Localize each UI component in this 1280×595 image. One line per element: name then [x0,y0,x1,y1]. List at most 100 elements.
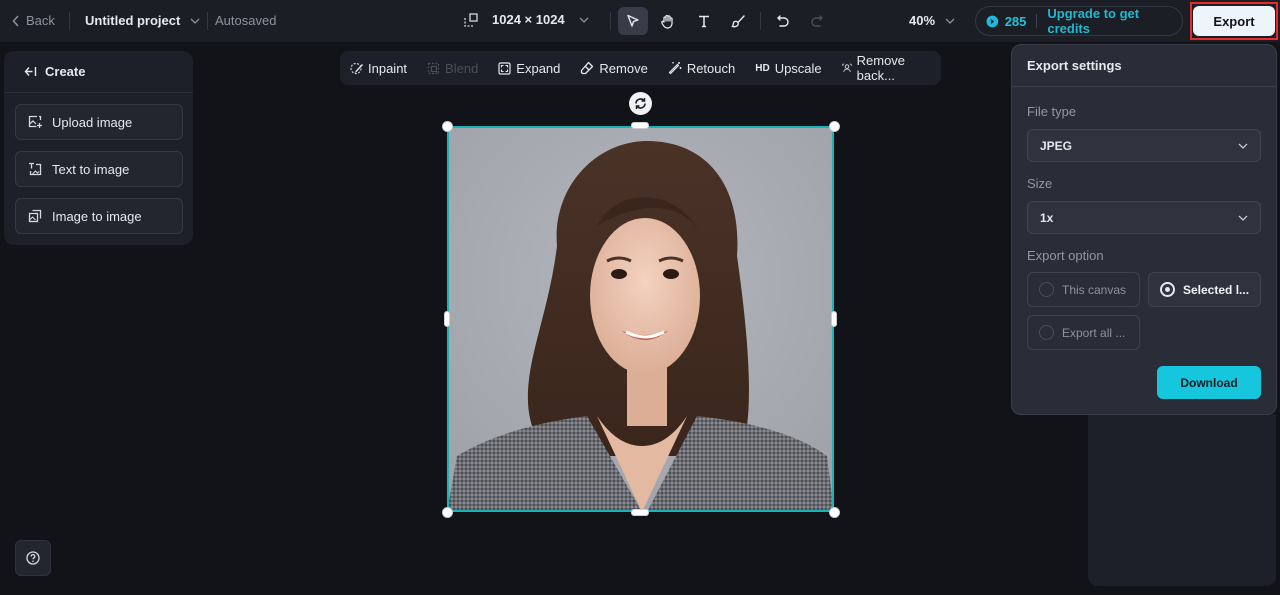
canvas-image[interactable] [447,126,834,512]
chevron-down-icon [579,17,589,23]
remove-background-icon [842,63,852,72]
hd-icon: HD [755,62,770,74]
text-icon [699,15,709,28]
expand-icon [498,61,511,75]
create-panel-title: Create [45,64,86,79]
radio-circle-checked [1160,282,1175,297]
resize-handle-bottom-left[interactable] [442,507,453,518]
resize-handle-left[interactable] [444,311,450,327]
radio-selected-layer-label: Selected l... [1183,282,1250,297]
resize-handle-top-left[interactable] [442,121,453,132]
resize-handle-top-right[interactable] [829,121,840,132]
size-select[interactable]: 1x [1027,201,1261,234]
export-settings-title: Export settings [1012,45,1276,87]
remove-label: Remove [599,60,648,76]
blend-button[interactable]: Blend [427,61,478,76]
text-to-image-button[interactable]: Text to image [15,151,183,187]
create-panel-collapse[interactable]: Create [4,51,193,93]
credits-pill: 285 Upgrade to get credits [975,6,1183,36]
size-value: 1x [1040,210,1054,225]
radio-this-canvas-label: This canvas [1062,282,1127,297]
resize-icon [464,12,478,27]
canvas-size-dropdown[interactable]: 1024 × 1024 [464,12,589,27]
canvas-size: 1024 × 1024 [492,12,565,27]
image-to-image-label: Image to image [52,208,142,224]
file-type-select[interactable]: JPEG [1027,129,1261,162]
chevron-down-icon [945,18,955,24]
resize-handle-right[interactable] [831,311,837,327]
upscale-label: Upscale [774,60,822,76]
help-button[interactable] [15,540,51,576]
export-option-label: Export option [1027,248,1104,263]
radio-this-canvas[interactable]: This canvas [1027,272,1140,307]
save-status: Autosaved [215,13,277,28]
hand-icon [660,14,673,29]
text-tool-button[interactable] [689,7,719,35]
project-title: Untitled project [85,13,181,28]
zoom-dropdown[interactable]: 40% [909,13,955,28]
brush-icon [730,14,745,27]
upscale-button[interactable]: HD Upscale [755,61,821,76]
retouch-button[interactable]: Retouch [668,61,735,76]
inpaint-label: Inpaint [368,60,408,76]
redo-icon [811,15,823,27]
radio-selected-layer[interactable]: Selected l... [1148,272,1261,307]
create-panel: Create Upload image Text to image Image … [4,51,193,245]
hand-tool-button[interactable] [652,7,682,35]
resize-handle-bottom-right[interactable] [829,507,840,518]
image-to-image-button[interactable]: Image to image [15,198,183,234]
help-icon [26,551,40,565]
image-context-toolbar: Inpaint Blend Expand Remove Retouch HD U… [340,51,941,85]
divider [760,12,761,30]
back-button[interactable]: Back [12,13,55,28]
upload-image-label: Upload image [52,114,133,130]
remove-background-button[interactable]: Remove back... [842,53,921,83]
radio-export-all[interactable]: Export all ... [1027,315,1140,350]
rotate-handle[interactable] [629,92,652,115]
expand-button[interactable]: Expand [498,61,560,76]
divider [69,12,70,30]
magic-wand-icon [668,62,682,75]
blend-label: Blend [445,60,479,76]
inpaint-icon [350,62,363,74]
upload-image-button[interactable]: Upload image [15,104,183,140]
divider [610,12,611,30]
expand-label: Expand [516,60,561,76]
text-to-image-label: Text to image [52,161,130,177]
text-to-image-icon [29,162,42,176]
brush-tool-button[interactable] [723,7,753,35]
portrait-image [447,126,834,512]
resize-handle-bottom[interactable] [631,509,649,516]
upload-image-icon [28,115,42,128]
project-title-dropdown[interactable]: Untitled project [85,13,200,28]
credits-icon [986,15,999,27]
back-label: Back [26,13,55,28]
file-type-value: JPEG [1040,138,1073,153]
upgrade-link[interactable]: Upgrade to get credits [1047,6,1182,36]
download-button[interactable]: Download [1157,366,1261,399]
chevron-down-icon [1238,215,1248,221]
undo-button[interactable] [768,7,798,35]
pointer-icon [627,14,639,27]
radio-export-all-label: Export all ... [1062,325,1126,340]
export-settings-popup: Export settings File type JPEG Size 1x E… [1011,44,1277,415]
credits-count: 285 [1004,13,1027,29]
image-to-image-icon [28,209,42,223]
redo-button[interactable] [802,7,832,35]
resize-handle-top[interactable] [631,122,649,129]
chevron-down-icon [190,18,200,24]
top-bar: Back Untitled project Autosaved 1024 × 1… [0,0,1280,42]
export-button-highlight: Export [1190,2,1278,40]
rotate-icon [635,98,646,109]
radio-circle [1039,325,1054,340]
size-label: Size [1027,176,1053,191]
divider [207,12,208,30]
eraser-icon [581,61,594,75]
right-side-panel [1088,414,1276,586]
export-button[interactable]: Export [1193,6,1275,36]
select-tool-button[interactable] [618,7,648,35]
remove-button[interactable]: Remove [580,60,648,76]
blend-icon [427,62,440,74]
chevron-down-icon [1238,143,1248,149]
inpaint-button[interactable]: Inpaint [350,61,407,76]
